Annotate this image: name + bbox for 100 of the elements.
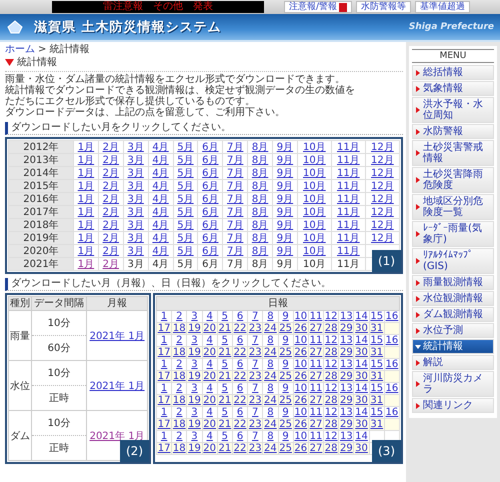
day-link[interactable]: 12 — [324, 359, 338, 370]
day-link[interactable]: 8 — [263, 335, 278, 346]
day-link[interactable]: 9 — [278, 359, 293, 370]
day-link[interactable]: 14 — [354, 407, 369, 418]
day-link[interactable]: 15 — [370, 383, 384, 394]
day-link[interactable]: 8 — [263, 431, 278, 442]
day-link[interactable]: 7 — [248, 359, 262, 370]
day-link[interactable]: 8 — [263, 359, 278, 370]
day-link[interactable]: 22 — [232, 443, 248, 454]
day-link[interactable]: 4 — [202, 335, 217, 346]
day-link[interactable]: 28 — [324, 395, 338, 406]
day-link[interactable]: 19 — [187, 323, 202, 334]
day-link[interactable]: 12 — [324, 311, 338, 322]
menu-item[interactable]: ダム観測情報 — [412, 307, 494, 322]
day-link[interactable]: 11 — [308, 311, 324, 322]
menu-item[interactable]: 水防警報 — [412, 124, 494, 139]
day-link[interactable]: 1 — [157, 383, 172, 394]
day-link[interactable]: 14 — [354, 431, 369, 442]
day-link[interactable]: 21 — [218, 347, 232, 358]
day-link[interactable]: 24 — [263, 323, 278, 334]
day-link[interactable]: 9 — [278, 407, 293, 418]
menu-item[interactable]: 統計情報 — [412, 339, 494, 354]
day-link[interactable]: 14 — [354, 359, 369, 370]
day-link[interactable]: 4 — [202, 407, 217, 418]
day-link[interactable]: 22 — [232, 395, 248, 406]
day-link[interactable]: 1 — [157, 359, 172, 370]
day-link[interactable]: 12 — [324, 431, 338, 442]
menu-item[interactable]: ﾘｱﾙﾀｲﾑﾏｯﾌﾟ(GIS) — [412, 248, 494, 274]
day-link[interactable]: 28 — [324, 443, 338, 454]
day-link[interactable]: 30 — [354, 323, 369, 334]
day-link[interactable]: 16 — [384, 335, 399, 346]
day-link[interactable]: 4 — [202, 359, 217, 370]
day-link[interactable]: 14 — [354, 335, 369, 346]
day-link[interactable]: 5 — [218, 335, 232, 346]
day-link[interactable]: 13 — [339, 383, 354, 394]
day-link[interactable]: 26 — [294, 443, 308, 454]
day-link[interactable]: 4 — [202, 311, 217, 322]
day-link[interactable]: 25 — [278, 419, 293, 430]
day-link[interactable]: 27 — [308, 443, 324, 454]
day-link[interactable]: 26 — [294, 395, 308, 406]
day-link[interactable]: 22 — [232, 323, 248, 334]
day-link[interactable]: 29 — [339, 323, 354, 334]
menu-item[interactable]: 洪水予報・水位周知 — [412, 97, 494, 123]
day-link[interactable]: 27 — [308, 371, 324, 382]
day-link[interactable]: 1 — [157, 407, 172, 418]
day-link[interactable]: 2 — [172, 359, 186, 370]
day-link[interactable]: 31 — [370, 323, 384, 334]
day-link[interactable]: 24 — [263, 347, 278, 358]
day-link[interactable]: 29 — [339, 395, 354, 406]
day-link[interactable]: 17 — [157, 371, 172, 382]
day-link[interactable]: 2 — [172, 335, 186, 346]
day-link[interactable]: 30 — [354, 371, 369, 382]
day-link[interactable]: 6 — [232, 335, 248, 346]
day-link[interactable]: 14 — [354, 383, 369, 394]
day-link[interactable]: 5 — [218, 431, 232, 442]
day-link[interactable]: 23 — [248, 323, 262, 334]
day-link[interactable]: 22 — [232, 371, 248, 382]
day-link[interactable]: 23 — [248, 395, 262, 406]
home-link[interactable]: ホーム — [5, 44, 35, 56]
day-link[interactable]: 25 — [278, 347, 293, 358]
day-link[interactable]: 29 — [339, 419, 354, 430]
menu-item[interactable]: 水位観測情報 — [412, 291, 494, 306]
day-link[interactable]: 24 — [263, 443, 278, 454]
day-link[interactable]: 31 — [370, 419, 384, 430]
day-link[interactable]: 18 — [172, 323, 186, 334]
day-link[interactable]: 8 — [263, 407, 278, 418]
day-link[interactable]: 20 — [202, 419, 217, 430]
day-link[interactable]: 19 — [187, 347, 202, 358]
menu-item[interactable]: 気象情報 — [412, 81, 494, 96]
day-link[interactable]: 6 — [232, 359, 248, 370]
day-link[interactable]: 4 — [202, 383, 217, 394]
day-link[interactable]: 16 — [384, 311, 399, 322]
day-link[interactable]: 12 — [324, 383, 338, 394]
day-link[interactable]: 25 — [278, 395, 293, 406]
day-link[interactable]: 19 — [187, 443, 202, 454]
day-link[interactable]: 13 — [339, 407, 354, 418]
day-link[interactable]: 10 — [294, 407, 308, 418]
day-link[interactable]: 16 — [384, 359, 399, 370]
day-link[interactable]: 7 — [248, 383, 262, 394]
day-link[interactable]: 18 — [172, 347, 186, 358]
day-link[interactable]: 17 — [157, 395, 172, 406]
menu-item[interactable]: 関連リンク — [412, 398, 494, 413]
day-link[interactable]: 19 — [187, 419, 202, 430]
menu-item[interactable]: 解説 — [412, 355, 494, 370]
day-link[interactable]: 13 — [339, 335, 354, 346]
menu-item[interactable]: 土砂災害警戒情報 — [412, 140, 494, 166]
day-link[interactable]: 5 — [218, 359, 232, 370]
day-link[interactable]: 3 — [187, 335, 202, 346]
day-link[interactable]: 17 — [157, 347, 172, 358]
day-link[interactable]: 13 — [339, 431, 354, 442]
day-link[interactable]: 20 — [202, 443, 217, 454]
day-link[interactable]: 21 — [218, 395, 232, 406]
day-link[interactable]: 9 — [278, 431, 293, 442]
day-link[interactable]: 13 — [339, 359, 354, 370]
day-link[interactable]: 18 — [172, 443, 186, 454]
day-link[interactable]: 3 — [187, 311, 202, 322]
day-link[interactable]: 8 — [263, 383, 278, 394]
day-link[interactable]: 3 — [187, 359, 202, 370]
day-link[interactable]: 5 — [218, 407, 232, 418]
day-link[interactable]: 21 — [218, 323, 232, 334]
